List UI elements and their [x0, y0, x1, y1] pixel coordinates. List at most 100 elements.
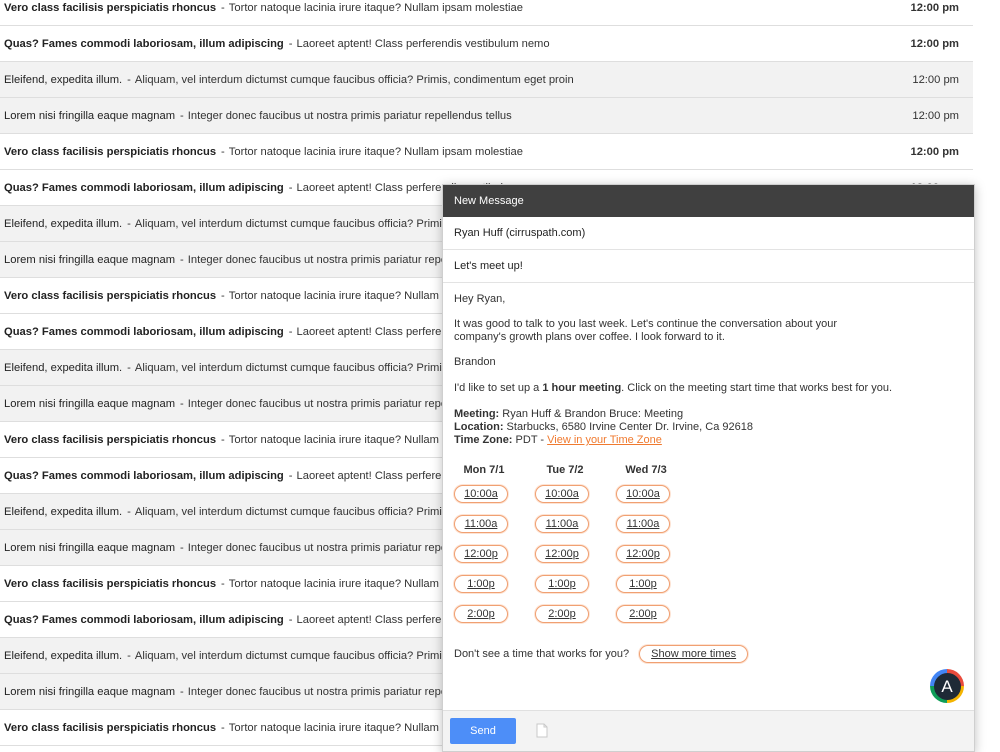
row-time: 12:00 pm	[910, 2, 959, 14]
row-separator: -	[127, 361, 131, 374]
day-column: Tue 7/2 10:00a 11:00a 12:00p 1:00p 2:00p	[535, 463, 616, 635]
row-separator: -	[127, 649, 131, 662]
row-time: 12:00 pm	[910, 146, 959, 158]
row-preview: Integer donec faucibus ut nostra primis …	[187, 109, 512, 122]
row-subject: Eleifend, expedita illum.	[4, 361, 123, 374]
row-preview: Tortor natoque lacinia irure itaque? Nul…	[228, 1, 523, 14]
time-slot-button[interactable]: 11:00a	[454, 515, 508, 533]
time-slot-grid: Mon 7/1 10:00a 11:00a 12:00p 1:00p 2:00p Tue 7…	[454, 463, 963, 635]
meeting-value: Ryan Huff & Brandon Bruce: Meeting	[499, 408, 684, 420]
send-button[interactable]: Send	[450, 718, 516, 744]
meeting-label: Meeting:	[454, 408, 500, 420]
greeting-text: Hey Ryan,	[454, 293, 506, 305]
row-subject: Eleifend, expedita illum.	[4, 217, 123, 230]
row-separator: -	[180, 109, 184, 122]
row-subject: Eleifend, expedita illum.	[4, 505, 123, 518]
row-subject: Lorem nisi fringilla eaque magnam	[4, 109, 176, 122]
row-time: 12:00 pm	[912, 110, 959, 122]
time-slot-button[interactable]: 10:00a	[616, 485, 670, 503]
row-separator: -	[221, 1, 225, 14]
row-separator: -	[221, 145, 225, 158]
compose-footer: Send	[443, 710, 974, 751]
message-body[interactable]: Hey Ryan, It was good to talk to you las…	[443, 283, 974, 663]
row-subject: Eleifend, expedita illum.	[4, 649, 123, 662]
row-time: 12:00 pm	[912, 74, 959, 86]
row-subject: Vero class facilisis perspiciatis rhoncu…	[4, 289, 217, 302]
timezone-value: PDT -	[512, 434, 548, 446]
row-preview: Aliquam, vel interdum dictumst cumque fa…	[134, 73, 574, 86]
time-slot-button[interactable]: 2:00p	[454, 605, 508, 623]
location-label: Location:	[454, 421, 504, 433]
document-icon[interactable]	[536, 723, 548, 738]
inbox-row[interactable]: Quas? Fames commodi laboriosam, illum ad…	[0, 26, 973, 62]
compose-title[interactable]: New Message	[443, 185, 974, 217]
time-slot-button[interactable]: 11:00a	[535, 515, 589, 533]
inbox-row[interactable]: Vero class facilisis perspiciatis rhoncu…	[0, 0, 973, 26]
signoff-text: Brandon	[454, 356, 496, 368]
time-slot-button[interactable]: 12:00p	[535, 545, 589, 563]
app-logo-icon[interactable]: A	[930, 669, 964, 703]
body-paragraph: It was good to talk to you last week. Le…	[454, 318, 838, 343]
row-separator: -	[180, 397, 184, 410]
subject-field[interactable]: Let's meet up!	[443, 250, 974, 283]
row-separator: -	[180, 541, 184, 554]
row-subject: Quas? Fames commodi laboriosam, illum ad…	[4, 181, 284, 194]
row-preview: Laoreet aptent! Class perferendis vestib…	[296, 37, 550, 50]
setup-bold: 1 hour meeting	[542, 382, 622, 394]
row-subject: Vero class facilisis perspiciatis rhoncu…	[4, 577, 217, 590]
show-more-times-button[interactable]: Show more times	[639, 645, 749, 663]
time-slot-button[interactable]: 12:00p	[454, 545, 508, 563]
inbox-row[interactable]: Eleifend, expedita illum. - Aliquam, vel …	[0, 62, 973, 98]
row-subject: Eleifend, expedita illum.	[4, 73, 123, 86]
row-subject: Quas? Fames commodi laboriosam, illum ad…	[4, 325, 284, 338]
more-times-row: Don't see a time that works for you? Sho…	[454, 645, 963, 663]
row-separator: -	[221, 289, 225, 302]
time-slot-button[interactable]: 12:00p	[616, 545, 670, 563]
row-separator: -	[288, 469, 293, 482]
row-subject: Quas? Fames commodi laboriosam, illum ad…	[4, 37, 284, 50]
time-slot-button[interactable]: 1:00p	[535, 575, 589, 593]
time-slot-button[interactable]: 11:00a	[616, 515, 670, 533]
row-separator: -	[180, 253, 184, 266]
day-column: Mon 7/1 10:00a 11:00a 12:00p 1:00p 2:00p	[454, 463, 535, 635]
row-separator: -	[127, 217, 131, 230]
to-field[interactable]: Ryan Huff (cirruspath.com)	[443, 217, 974, 250]
inbox-row[interactable]: Lorem nisi fringilla eaque magnam - Intege…	[0, 98, 973, 134]
row-separator: -	[288, 181, 293, 194]
day-header: Tue 7/2	[546, 464, 584, 476]
inbox-row[interactable]: Vero class facilisis perspiciatis rhoncu…	[0, 134, 973, 170]
location-line: Location: Starbucks, 6580 Irvine Center …	[454, 421, 963, 434]
setup-suffix: . Click on the meeting start time that w…	[621, 382, 893, 394]
setup-prefix: I'd like to set up a	[454, 382, 543, 394]
row-subject: Vero class facilisis perspiciatis rhoncu…	[4, 721, 217, 734]
row-separator: -	[288, 613, 293, 626]
location-value: Starbucks, 6580 Irvine Center Dr. Irvine…	[503, 421, 753, 433]
time-slot-button[interactable]: 2:00p	[616, 605, 670, 623]
row-subject: Quas? Fames commodi laboriosam, illum ad…	[4, 613, 284, 626]
timezone-link[interactable]: View in your Time Zone	[547, 434, 662, 446]
row-separator: -	[221, 433, 225, 446]
time-slot-button[interactable]: 1:00p	[454, 575, 508, 593]
time-slot-button[interactable]: 10:00a	[454, 485, 508, 503]
row-separator: -	[221, 721, 225, 734]
row-subject: Lorem nisi fringilla eaque magnam	[4, 253, 176, 266]
row-separator: -	[127, 73, 131, 86]
row-separator: -	[288, 37, 293, 50]
row-subject: Vero class facilisis perspiciatis rhoncu…	[4, 433, 217, 446]
row-subject: Quas? Fames commodi laboriosam, illum ad…	[4, 469, 284, 482]
timezone-line: Time Zone: PDT - View in your Time Zone	[454, 434, 963, 447]
row-subject: Vero class facilisis perspiciatis rhoncu…	[4, 145, 217, 158]
time-slot-button[interactable]: 10:00a	[535, 485, 589, 503]
day-header: Wed 7/3	[625, 464, 667, 476]
row-separator: -	[221, 577, 225, 590]
row-separator: -	[288, 325, 293, 338]
timezone-label: Time Zone:	[454, 434, 513, 446]
no-time-text: Don't see a time that works for you?	[454, 648, 630, 660]
time-slot-button[interactable]: 2:00p	[535, 605, 589, 623]
time-slot-button[interactable]: 1:00p	[616, 575, 670, 593]
row-subject: Vero class facilisis perspiciatis rhoncu…	[4, 1, 217, 14]
day-header: Mon 7/1	[463, 464, 505, 476]
meeting-details: Meeting: Ryan Huff & Brandon Bruce: Meet…	[454, 408, 963, 447]
row-preview: Tortor natoque lacinia irure itaque? Nul…	[228, 145, 523, 158]
row-time: 12:00 pm	[910, 38, 959, 50]
